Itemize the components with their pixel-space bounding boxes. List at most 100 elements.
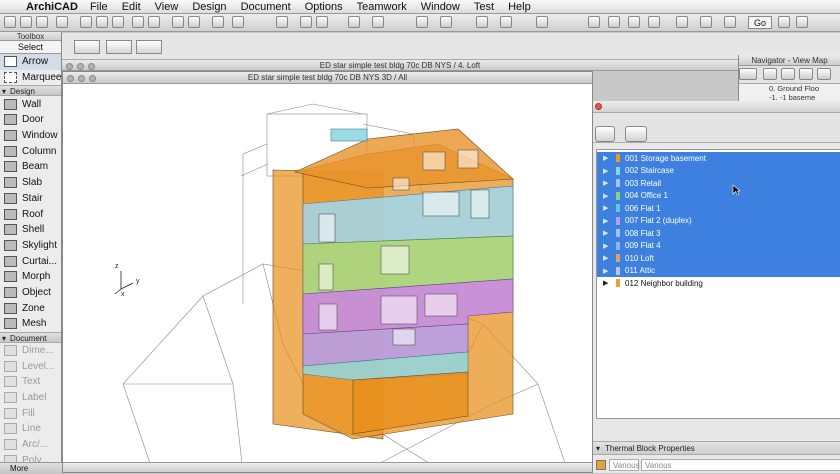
menu-file[interactable]: File xyxy=(90,1,108,13)
tool-slab[interactable]: Slab xyxy=(0,175,61,191)
material-swatch-icon[interactable] xyxy=(596,460,606,470)
layer-row-007[interactable]: ▶ 007 Flat 2 (duplex) xyxy=(597,214,840,227)
layer-row-011[interactable]: ▶ 011 Attic xyxy=(597,264,840,277)
tool-arc[interactable]: Arc/... xyxy=(0,437,61,453)
menu-window[interactable]: Window xyxy=(421,1,460,13)
tool-stair[interactable]: Stair xyxy=(0,191,61,207)
dimension-icon[interactable] xyxy=(372,16,384,28)
grid-snap-icon[interactable] xyxy=(232,16,244,28)
grid-icon[interactable] xyxy=(588,16,600,28)
view-3d-navigation-bar[interactable] xyxy=(63,462,594,472)
cut-icon[interactable] xyxy=(80,16,92,28)
layer-row-002[interactable]: ▶ 002 Staircase xyxy=(597,164,840,177)
layer-icon[interactable] xyxy=(276,16,288,28)
disclosure-triangle-icon[interactable]: ▶ xyxy=(603,217,612,225)
menu-options[interactable]: Options xyxy=(305,1,343,13)
paste-icon[interactable] xyxy=(112,16,124,28)
layer-settings-button[interactable] xyxy=(595,126,615,142)
tool-dimension[interactable]: Dime... xyxy=(0,343,61,359)
view-map-icon[interactable] xyxy=(763,68,777,80)
section-icon[interactable] xyxy=(628,16,640,28)
navigator-item[interactable]: 0. Ground Floo xyxy=(739,84,840,93)
layer-row-006[interactable]: ▶ 006 Flat 1 xyxy=(597,202,840,215)
layer-row-004[interactable]: ▶ 004 Office 1 xyxy=(597,189,840,202)
rotate-icon[interactable] xyxy=(300,16,312,28)
green-arrow-icon[interactable] xyxy=(625,126,647,142)
zoom-in-icon[interactable] xyxy=(500,16,512,28)
plan-window-titlebar[interactable]: ED star simple test bldg 70c DB NYS / 4.… xyxy=(62,60,738,71)
navigator-title[interactable]: Navigator - View Map xyxy=(739,55,840,66)
tool-text[interactable]: Text xyxy=(0,374,61,390)
menu-design[interactable]: Design xyxy=(192,1,226,13)
document-group-header[interactable]: Document xyxy=(0,331,61,344)
property-field-1[interactable]: Various xyxy=(609,459,640,471)
open-icon[interactable] xyxy=(20,16,32,28)
tool-beam[interactable]: Beam xyxy=(0,159,61,175)
fill-tool-icon[interactable] xyxy=(212,16,224,28)
tool-marquee[interactable]: Marquee xyxy=(0,70,61,86)
close-icon[interactable] xyxy=(66,63,73,70)
disclosure-triangle-icon[interactable]: ▶ xyxy=(603,192,612,200)
tool-shell[interactable]: Shell xyxy=(0,222,61,238)
tool-skylight[interactable]: Skylight xyxy=(0,238,61,254)
layer-row-010[interactable]: ▶ 010 Loft xyxy=(597,252,840,265)
tool-morph[interactable]: Morph xyxy=(0,269,61,285)
tool-mesh[interactable]: Mesh xyxy=(0,316,61,332)
plan-view-icon[interactable] xyxy=(608,16,620,28)
view-3d-titlebar[interactable]: ED star simple test bldg 70c DB NYS 3D /… xyxy=(63,72,592,84)
disclosure-triangle-icon[interactable]: ▶ xyxy=(603,254,612,262)
tool-door[interactable]: Door xyxy=(0,112,61,128)
walk-icon[interactable] xyxy=(796,16,808,28)
window-icon[interactable] xyxy=(700,16,712,28)
close-icon[interactable] xyxy=(67,75,74,82)
disclosure-triangle-icon[interactable]: ▶ xyxy=(603,242,612,250)
copy-icon[interactable] xyxy=(96,16,108,28)
eye-icon[interactable] xyxy=(476,16,488,28)
tool-label[interactable]: Label xyxy=(0,390,61,406)
menu-view[interactable]: View xyxy=(155,1,179,13)
camera-icon[interactable] xyxy=(724,16,736,28)
tool-fill[interactable]: Fill xyxy=(0,405,61,421)
disclosure-triangle-icon[interactable]: ▶ xyxy=(603,204,612,212)
disclosure-triangle-icon[interactable]: ▶ xyxy=(603,279,612,287)
select-icon[interactable] xyxy=(172,16,184,28)
menu-help[interactable]: Help xyxy=(508,1,531,13)
orbit-icon[interactable] xyxy=(778,16,790,28)
trace-icon[interactable] xyxy=(348,16,360,28)
organizer-icon[interactable] xyxy=(817,68,831,80)
disclosure-triangle-icon[interactable]: ▶ xyxy=(603,167,612,175)
marquee-shape-button[interactable] xyxy=(106,40,132,54)
tool-zone[interactable]: Zone xyxy=(0,300,61,316)
menu-teamwork[interactable]: Teamwork xyxy=(357,1,407,13)
project-map-icon[interactable] xyxy=(739,68,757,80)
selection-method-button[interactable] xyxy=(74,40,100,54)
print-icon[interactable] xyxy=(56,16,68,28)
design-group-header[interactable]: Design xyxy=(0,85,61,97)
magic-wand-icon[interactable] xyxy=(188,16,200,28)
tool-wall[interactable]: Wall xyxy=(0,96,61,112)
disclosure-triangle-icon[interactable]: ▶ xyxy=(603,154,612,162)
palette-titlebar[interactable] xyxy=(593,101,840,113)
tool-object[interactable]: Object xyxy=(0,285,61,301)
tool-line[interactable]: Line xyxy=(0,421,61,437)
more-group-header[interactable]: More xyxy=(0,462,62,473)
menu-test[interactable]: Test xyxy=(474,1,494,13)
layer-row-001[interactable]: ▶ 001 Storage basement xyxy=(597,152,840,165)
tool-arrow[interactable]: Arrow xyxy=(0,54,61,70)
scissors-icon[interactable] xyxy=(440,16,452,28)
layer-row-009[interactable]: ▶ 009 Flat 4 xyxy=(597,239,840,252)
model-3d-canvas[interactable]: z y x xyxy=(63,84,594,472)
tool-level[interactable]: Level... xyxy=(0,358,61,374)
property-field-2[interactable]: Various xyxy=(641,459,840,471)
app-menu[interactable]: ArchiCAD xyxy=(26,1,78,13)
minimize-icon[interactable] xyxy=(77,63,84,70)
redo-icon[interactable] xyxy=(148,16,160,28)
select-button[interactable]: Select xyxy=(0,41,61,54)
minimize-icon[interactable] xyxy=(78,75,85,82)
zoom-icon[interactable] xyxy=(89,75,96,82)
disclosure-triangle-icon[interactable]: ▶ xyxy=(603,179,612,187)
zoom-icon[interactable] xyxy=(88,63,95,70)
mirror-icon[interactable] xyxy=(316,16,328,28)
tool-column[interactable]: Column xyxy=(0,143,61,159)
layer-row-003[interactable]: ▶ 003 Retail xyxy=(597,177,840,190)
